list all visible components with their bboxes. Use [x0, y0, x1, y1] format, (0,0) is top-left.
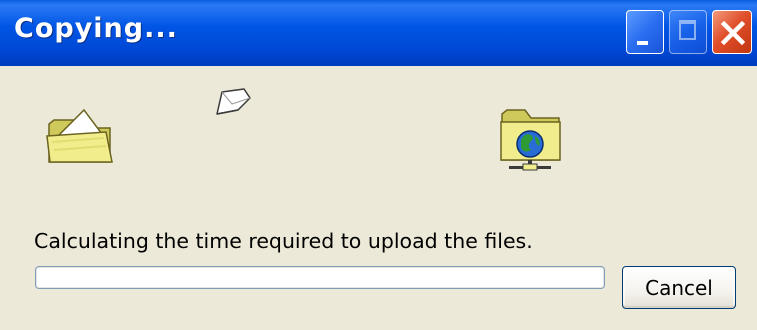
cancel-button[interactable]: Cancel: [622, 266, 736, 309]
maximize-button[interactable]: [669, 10, 707, 54]
title-bar[interactable]: Copying...: [0, 0, 757, 66]
status-message: Calculating the time required to upload …: [34, 229, 533, 253]
progress-bar: [35, 266, 605, 289]
minimize-button[interactable]: [626, 10, 664, 54]
close-button[interactable]: [712, 10, 752, 54]
window-title: Copying...: [14, 13, 178, 44]
document-icon: [216, 88, 251, 115]
close-icon: [720, 20, 746, 46]
web-folder-icon: [500, 109, 561, 171]
folder-open-icon: [46, 108, 113, 163]
copying-dialog: Copying... Calculating the time required…: [0, 0, 757, 330]
